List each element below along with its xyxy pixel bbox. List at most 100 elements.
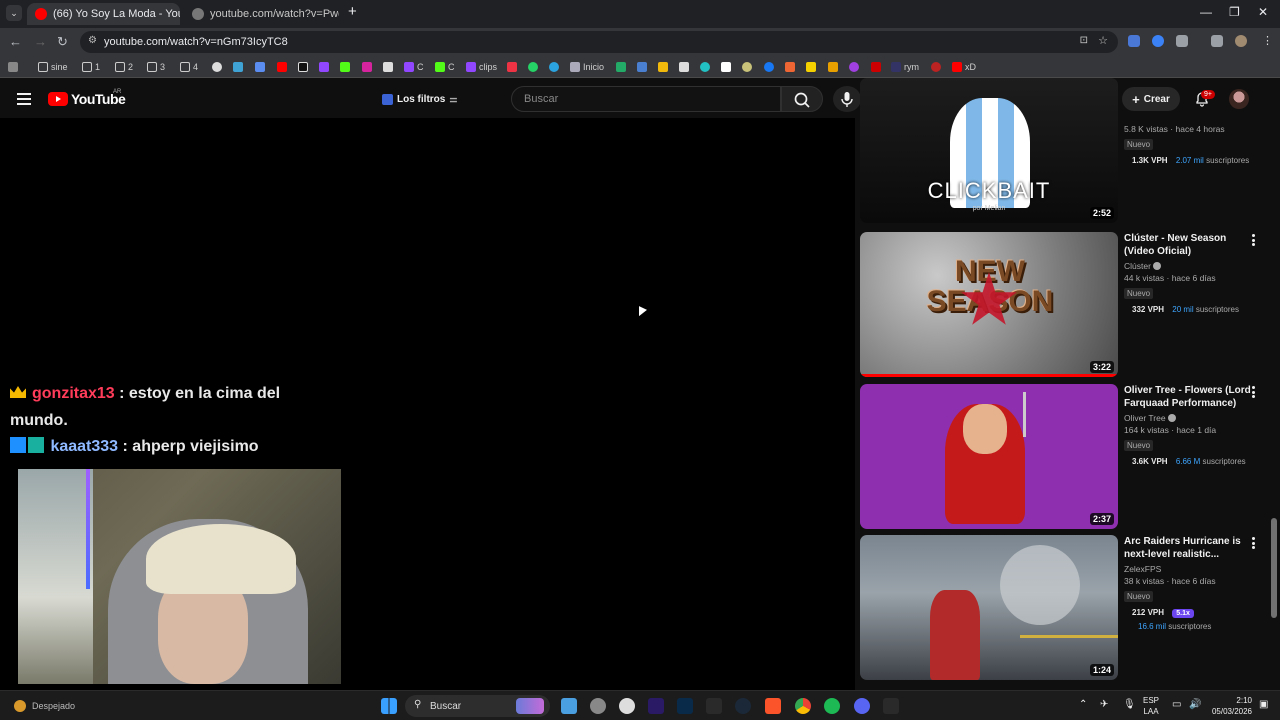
bookmark-tiktok-icon[interactable] bbox=[298, 59, 308, 75]
taskbar-app-icon[interactable] bbox=[590, 698, 606, 714]
bookmark-clips[interactable]: clips bbox=[466, 59, 497, 75]
bookmark-icon[interactable] bbox=[849, 59, 859, 75]
forward-icon[interactable]: → bbox=[34, 34, 47, 49]
video-thumbnail[interactable]: 1:24 bbox=[860, 535, 1118, 680]
close-window-icon[interactable]: ✕ bbox=[1258, 5, 1268, 19]
reload-icon[interactable]: ↻ bbox=[57, 34, 68, 50]
bookmark-x-icon[interactable] bbox=[383, 59, 393, 75]
search-button[interactable] bbox=[781, 86, 823, 112]
tray-microphone-icon[interactable]: 🎙 bbox=[1123, 699, 1136, 710]
puzzle-icon[interactable] bbox=[1176, 35, 1188, 47]
tray-overflow-icon[interactable]: ⌃ bbox=[1079, 699, 1087, 710]
page-scrollbar[interactable] bbox=[1271, 518, 1277, 618]
bookmark-instagram-icon[interactable] bbox=[362, 59, 372, 75]
install-app-icon[interactable]: ⊡ bbox=[1080, 35, 1088, 46]
bookmark-folder-4[interactable]: 4 bbox=[180, 59, 198, 75]
clock[interactable]: 2:10 05/03/2026 bbox=[1206, 695, 1252, 717]
apps-grid-icon[interactable] bbox=[8, 59, 18, 75]
notification-center-icon[interactable]: ▣ bbox=[1259, 699, 1268, 710]
bookmark-icon[interactable] bbox=[785, 59, 795, 75]
bookmark-twitch-icon[interactable] bbox=[319, 59, 329, 75]
brave-icon[interactable] bbox=[765, 698, 781, 714]
menu-kebab-icon[interactable]: ⋮ bbox=[1262, 35, 1274, 47]
video-thumbnail[interactable]: CLICKBAIT por Melian 2:52 bbox=[860, 78, 1118, 223]
video-thumbnail[interactable]: NEW SEASON 3:22 bbox=[860, 232, 1118, 377]
photoshop-icon[interactable] bbox=[677, 698, 693, 714]
back-icon[interactable]: ← bbox=[9, 34, 22, 49]
media-icon[interactable] bbox=[1211, 35, 1223, 47]
translate-extension-icon[interactable] bbox=[1128, 35, 1140, 47]
task-view-icon[interactable] bbox=[561, 698, 577, 714]
bookmark-xd[interactable]: xD bbox=[952, 59, 976, 75]
bookmark-icon[interactable] bbox=[931, 59, 941, 75]
recommendation-item[interactable]: 1:24 Arc Raiders Hurricane is next-level… bbox=[860, 535, 1272, 682]
bookmark-icon[interactable] bbox=[742, 59, 752, 75]
address-bar[interactable]: ⚙ youtube.com/watch?v=nGm73IcyTC8 ⊡ ☆ bbox=[80, 31, 1118, 53]
voice-search-button[interactable] bbox=[833, 86, 861, 112]
recommendation-item[interactable]: 2:37 Oliver Tree - Flowers (Lord Farquaa… bbox=[860, 384, 1272, 531]
video-title[interactable]: Clúster - New Season (Video Oficial) bbox=[1124, 232, 1259, 258]
bookmark-icon[interactable] bbox=[679, 59, 689, 75]
bookmark-icon[interactable] bbox=[806, 59, 816, 75]
bookmark-icon[interactable] bbox=[255, 59, 265, 75]
bookmark-kick-icon[interactable] bbox=[340, 59, 350, 75]
filters-button[interactable]: Los filtros ⚌ bbox=[376, 89, 463, 109]
extension-icon[interactable] bbox=[1152, 35, 1164, 47]
bookmark-icon[interactable] bbox=[616, 59, 626, 75]
bookmark-icon[interactable] bbox=[700, 59, 710, 75]
channel-name[interactable]: Oliver Tree bbox=[1124, 413, 1259, 423]
taskbar-app-icon[interactable] bbox=[619, 698, 635, 714]
bookmark-rym[interactable]: rym bbox=[891, 59, 919, 75]
bookmark-icon[interactable] bbox=[233, 59, 243, 75]
bookmark-kick-c[interactable]: C bbox=[435, 59, 455, 75]
bookmark-icon[interactable] bbox=[507, 59, 517, 75]
bookmark-folder-sine[interactable]: sine bbox=[38, 59, 68, 75]
tab-youtube-active[interactable]: (66) Yo Soy La Moda - YouTube ✕ bbox=[27, 3, 180, 25]
bookmark-folder-3[interactable]: 3 bbox=[147, 59, 165, 75]
chrome-icon[interactable] bbox=[795, 698, 811, 714]
more-actions-icon[interactable] bbox=[1252, 537, 1255, 549]
profile-icon[interactable] bbox=[1235, 35, 1247, 47]
taskbar-search[interactable]: ⚲ Buscar bbox=[405, 695, 550, 717]
tab-youtube-2[interactable]: youtube.com/watch?v=Pwds04 ✕ bbox=[184, 3, 339, 25]
video-title[interactable]: Oliver Tree - Flowers (Lord Farquaad Per… bbox=[1124, 384, 1259, 410]
channel-name[interactable]: Clúster bbox=[1124, 261, 1259, 271]
tray-app-icon[interactable]: ✈ bbox=[1100, 699, 1108, 710]
premiere-icon[interactable] bbox=[648, 698, 664, 714]
weather-widget[interactable]: Despejado bbox=[14, 700, 75, 712]
guide-menu-icon[interactable] bbox=[17, 93, 31, 105]
bookmark-youtube-icon[interactable] bbox=[277, 59, 287, 75]
bookmark-binance-icon[interactable] bbox=[658, 59, 668, 75]
site-info-icon[interactable]: ⚙ bbox=[88, 35, 97, 46]
bookmark-icon[interactable] bbox=[871, 59, 881, 75]
bookmark-icon[interactable] bbox=[721, 59, 731, 75]
spotify-icon[interactable] bbox=[824, 698, 840, 714]
language-indicator[interactable]: ESP LAA bbox=[1143, 695, 1159, 717]
steam-icon[interactable] bbox=[735, 698, 751, 714]
tab-search-button[interactable]: ⌄ bbox=[6, 5, 22, 21]
bookmark-whatsapp-icon[interactable] bbox=[528, 59, 538, 75]
more-actions-icon[interactable] bbox=[1252, 386, 1255, 398]
more-actions-icon[interactable] bbox=[1252, 234, 1255, 246]
recommendation-item[interactable]: CLICKBAIT por Melian 2:52 5.8 K vistas ·… bbox=[860, 78, 1272, 226]
bookmark-telegram-icon[interactable] bbox=[549, 59, 559, 75]
bookmark-icon[interactable] bbox=[828, 59, 838, 75]
channel-name[interactable]: ZelexFPS bbox=[1124, 564, 1259, 574]
create-button[interactable]: + Crear bbox=[1122, 87, 1180, 111]
recommendation-item[interactable]: NEW SEASON 3:22 Clúster - New Season (Vi… bbox=[860, 232, 1272, 379]
restore-icon[interactable]: ❐ bbox=[1229, 5, 1240, 19]
bookmark-twitch-c[interactable]: C bbox=[404, 59, 424, 75]
volume-icon[interactable]: 🔊 bbox=[1189, 699, 1201, 710]
epic-games-icon[interactable] bbox=[883, 698, 899, 714]
epic-games-icon[interactable] bbox=[706, 698, 722, 714]
discord-icon[interactable] bbox=[854, 698, 870, 714]
search-input[interactable]: Buscar bbox=[511, 86, 781, 112]
bookmark-inicio[interactable]: Inicio bbox=[570, 59, 604, 75]
new-tab-button[interactable]: + bbox=[348, 3, 357, 20]
bookmark-icon[interactable] bbox=[637, 59, 647, 75]
bookmark-folder-1[interactable]: 1 bbox=[82, 59, 100, 75]
bookmark-facebook-icon[interactable] bbox=[764, 59, 774, 75]
video-title[interactable]: Arc Raiders Hurricane is next-level real… bbox=[1124, 535, 1259, 561]
bookmark-threads-icon[interactable] bbox=[212, 59, 222, 75]
bookmark-folder-2[interactable]: 2 bbox=[115, 59, 133, 75]
